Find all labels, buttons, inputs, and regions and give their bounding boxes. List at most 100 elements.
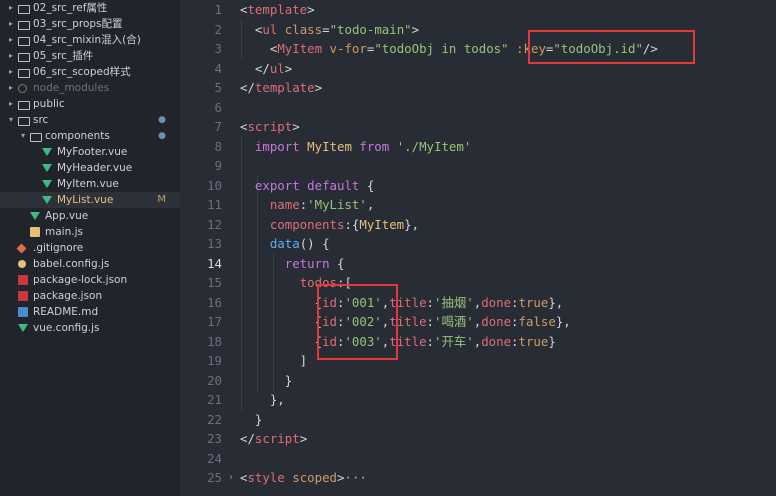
chevron-right-icon[interactable]: ▸ <box>6 48 16 64</box>
line-number: 6 <box>214 99 222 115</box>
line-number: 2 <box>214 21 222 37</box>
code-line[interactable]: 16 {id:'001',title:'抽烟',done:true}, <box>180 293 776 313</box>
code-line[interactable]: 21 }, <box>180 390 776 410</box>
vue-file-icon <box>42 196 52 204</box>
code-line[interactable]: 7 <script> <box>180 117 776 137</box>
tree-item[interactable]: babel.config.js <box>0 256 180 272</box>
tree-item-label: main.js <box>45 226 83 238</box>
tree-item[interactable]: MyList.vue M <box>0 192 180 208</box>
code-text: export default { <box>254 177 375 193</box>
line-number: 20 <box>207 372 222 388</box>
line-number: 1 <box>214 2 222 17</box>
chevron-down-icon[interactable]: ▾ <box>18 128 28 144</box>
code-line[interactable]: 19 ] <box>180 351 776 371</box>
tree-item[interactable]: ▸ 02_src_ref属性 <box>0 0 180 16</box>
tree-item[interactable]: ▸ 05_src_插件 <box>0 48 180 64</box>
code-line[interactable]: 6 <box>180 98 776 118</box>
code-line[interactable]: 23 </script> <box>180 429 776 449</box>
fold-chevron-icon[interactable]: › <box>228 468 234 488</box>
code-text: } <box>240 411 263 427</box>
folder-icon <box>18 37 30 46</box>
tree-item[interactable]: ▸ 04_src_mixin混入(合) <box>0 32 180 48</box>
code-line[interactable]: 24 <box>180 449 776 469</box>
code-line[interactable]: 5 </template> <box>180 78 776 98</box>
tree-item-label: components <box>45 130 110 142</box>
tree-item-label: vue.config.js <box>33 322 100 334</box>
tree-item[interactable]: MyItem.vue <box>0 176 180 192</box>
tree-item-label: MyFooter.vue <box>57 146 128 158</box>
code-line[interactable]: 11 name:'MyList', <box>180 195 776 215</box>
tree-item[interactable]: vue.config.js <box>0 320 180 336</box>
tree-item-label: MyList.vue <box>57 194 114 206</box>
code-line[interactable]: 17 {id:'002',title:'喝酒',done:false}, <box>180 312 776 332</box>
git-icon <box>16 243 27 254</box>
tree-item[interactable]: README.md <box>0 304 180 320</box>
tree-item[interactable]: MyFooter.vue <box>0 144 180 160</box>
line-number: 21 <box>207 392 222 407</box>
code-text: <script> <box>240 119 300 134</box>
folder-icon <box>30 133 42 142</box>
chevron-right-icon[interactable]: ▸ <box>6 64 16 80</box>
tree-item-label: 06_src_scoped样式 <box>33 66 131 78</box>
code-line[interactable]: 22 } <box>180 410 776 430</box>
chevron-right-icon[interactable]: ▸ <box>6 32 16 48</box>
chevron-down-icon[interactable]: ▾ <box>6 112 16 128</box>
modified-dot: ● <box>158 131 166 141</box>
chevron-right-icon[interactable]: ▸ <box>6 0 16 16</box>
line-number: 4 <box>214 60 222 76</box>
line-number: 22 <box>207 411 222 427</box>
tree-item-label: babel.config.js <box>33 258 110 270</box>
chevron-right-icon[interactable]: ▸ <box>6 96 16 112</box>
id-values-highlight <box>317 284 398 360</box>
code-text: import MyItem from './MyItem' <box>254 138 472 154</box>
line-number: 5 <box>214 80 222 95</box>
code-line[interactable]: 13 data() { <box>180 234 776 254</box>
tree-item[interactable]: ▸ 06_src_scoped样式 <box>0 64 180 80</box>
code-line[interactable]: 12 components:{MyItem}, <box>180 215 776 235</box>
code-text: ] <box>240 353 308 368</box>
tree-item[interactable]: App.vue <box>0 208 180 224</box>
chevron-right-icon[interactable]: ▸ <box>6 80 16 96</box>
npm-icon <box>18 275 28 285</box>
tree-item[interactable]: ▸ public <box>0 96 180 112</box>
line-number: 16 <box>207 294 222 310</box>
code-text: {id:'002',title:'喝酒',done:false}, <box>240 314 571 329</box>
tree-item[interactable]: ▾ src ● <box>0 112 180 128</box>
line-number: 18 <box>207 333 222 349</box>
code-line[interactable]: 10 export default { <box>180 176 776 196</box>
code-line[interactable]: 15 todos:[ <box>180 273 776 293</box>
tree-item-label: package-lock.json <box>33 274 128 286</box>
markdown-icon <box>18 307 28 317</box>
vue-file-icon <box>42 148 52 156</box>
line-number: 19 <box>207 353 222 368</box>
tree-item[interactable]: MyHeader.vue <box>0 160 180 176</box>
tree-item[interactable]: package.json <box>0 288 180 304</box>
folder-icon <box>18 21 30 30</box>
vue-file-icon <box>30 212 40 220</box>
code-text: <ul class="todo-main"> <box>240 21 420 37</box>
tree-item[interactable]: .gitignore <box>0 240 180 256</box>
code-text: {id:'001',title:'抽烟',done:true}, <box>240 294 564 310</box>
code-line[interactable]: 8 import MyItem from './MyItem' <box>180 137 776 157</box>
tree-item-label: 03_src_props配置 <box>33 18 123 30</box>
nodejs-icon <box>18 84 27 93</box>
code-editor[interactable]: 1 <template> 2 <ul class="todo-main"> 3 <My… <box>180 0 776 496</box>
tree-item[interactable]: main.js <box>0 224 180 240</box>
code-line[interactable]: 14 return { <box>180 254 776 274</box>
tree-item[interactable]: package-lock.json <box>0 272 180 288</box>
code-text: <style scoped>··· <box>240 470 367 485</box>
line-number: 9 <box>214 158 222 173</box>
tree-item-label: MyHeader.vue <box>57 162 133 174</box>
code-line[interactable]: 20 } <box>180 371 776 391</box>
code-text: data() { <box>269 236 330 251</box>
tree-item[interactable]: ▸ 03_src_props配置 <box>0 16 180 32</box>
tree-item[interactable]: ▸ node_modules <box>0 80 180 96</box>
code-line[interactable]: 25 › <style scoped>··· <box>180 468 776 488</box>
chevron-right-icon[interactable]: ▸ <box>6 16 16 32</box>
tree-item-label: src <box>33 114 49 126</box>
line-number: 10 <box>207 177 222 193</box>
code-line[interactable]: 1 <template> <box>180 0 776 20</box>
code-line[interactable]: 18 {id:'003',title:'开车',done:true} <box>180 332 776 352</box>
code-line[interactable]: 9 <box>180 156 776 176</box>
tree-item[interactable]: ▾ components ● <box>0 128 180 144</box>
